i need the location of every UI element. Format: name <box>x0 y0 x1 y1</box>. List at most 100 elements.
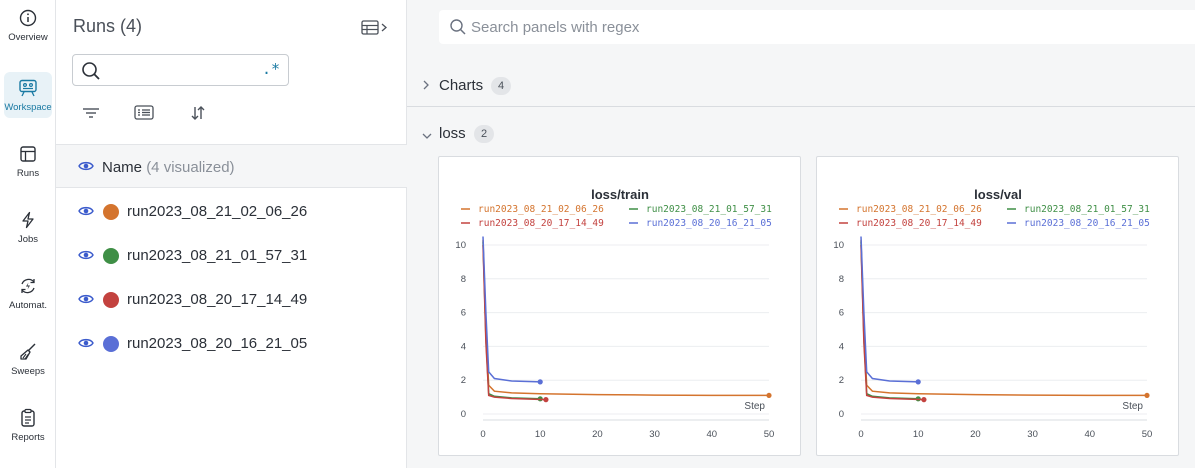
y-tick-label: 8 <box>839 274 844 285</box>
eye-icon <box>78 206 94 216</box>
nav-item-automations[interactable]: Automat. <box>4 270 52 316</box>
table-icon <box>17 143 39 165</box>
visibility-toggle[interactable] <box>78 292 94 311</box>
y-tick-label: 4 <box>839 341 844 352</box>
eye-icon <box>78 338 94 348</box>
section-title: loss <box>439 125 466 142</box>
runs-name-header: Name (4 visualized) <box>56 144 407 188</box>
section-title: Charts <box>439 77 484 94</box>
run-row[interactable]: run2023_08_21_01_57_31 <box>56 234 407 278</box>
series-line <box>482 236 541 383</box>
legend-entry: run2023_08_21_02_06_26 <box>856 204 982 215</box>
name-header-label: Name <box>102 159 143 176</box>
nav-item-jobs[interactable]: Jobs <box>4 204 52 250</box>
nav-label: Automat. <box>8 300 48 311</box>
x-tick-label: 0 <box>480 429 485 440</box>
run-color-dot[interactable] <box>103 292 119 308</box>
y-tick-label: 2 <box>839 375 844 386</box>
x-tick-label: 20 <box>970 429 981 440</box>
sort-icon <box>191 106 205 120</box>
line-chart: loss/train run2023_08_21_02_06_26 run2023_… <box>455 187 774 440</box>
x-tick-label: 30 <box>1027 429 1038 440</box>
nav-item-overview[interactable]: Overview <box>4 2 52 48</box>
nav-item-workspace[interactable]: Workspace <box>4 72 52 118</box>
x-tick-label: 50 <box>1142 429 1153 440</box>
x-tick-label: 20 <box>592 429 603 440</box>
search-icon <box>81 61 101 86</box>
eye-icon <box>78 161 94 171</box>
line-chart: loss/val run2023_08_21_02_06_26 run2023_08… <box>833 187 1153 440</box>
filter-icon <box>83 108 99 118</box>
visibility-toggle[interactable] <box>78 204 94 223</box>
run-row[interactable]: run2023_08_20_16_21_05 <box>56 322 407 366</box>
filter-button[interactable] <box>80 102 102 124</box>
clipboard-icon <box>17 407 39 429</box>
runs-panel: Runs (4) .* Name (4 visualized) run2023_… <box>56 0 407 468</box>
y-tick-label: 4 <box>461 341 466 352</box>
visibility-toggle[interactable] <box>78 248 94 267</box>
y-tick-label: 2 <box>461 375 466 386</box>
chevron-right-icon <box>421 78 431 96</box>
y-tick-label: 6 <box>461 308 466 319</box>
sort-button[interactable] <box>187 102 209 124</box>
y-tick-label: 8 <box>461 274 466 285</box>
chart-panel-loss-val[interactable]: loss/val run2023_08_21_02_06_26 run2023_08… <box>816 156 1179 456</box>
group-button[interactable] <box>133 102 155 124</box>
x-tick-label: 30 <box>649 429 660 440</box>
run-name[interactable]: run2023_08_21_02_06_26 <box>127 203 307 220</box>
section-loss[interactable]: loss 2 <box>407 120 1195 150</box>
nav-item-runs[interactable]: Runs <box>4 138 52 184</box>
nav-item-sweeps[interactable]: Sweeps <box>4 336 52 382</box>
section-count-badge: 4 <box>491 77 511 95</box>
y-tick-label: 6 <box>839 308 844 319</box>
nav-label: Reports <box>11 432 45 443</box>
nav-label: Jobs <box>17 234 39 245</box>
run-name[interactable]: run2023_08_21_01_57_31 <box>127 247 307 264</box>
panel-search-box[interactable] <box>439 10 1195 44</box>
legend-entry: run2023_08_21_02_06_26 <box>478 204 604 215</box>
x-tick-label: 40 <box>707 429 718 440</box>
run-color-dot[interactable] <box>103 336 119 352</box>
x-axis-label: Step <box>1122 401 1143 412</box>
series-end-point <box>921 397 927 403</box>
panel-search-input[interactable] <box>471 16 1071 38</box>
runs-search-input[interactable] <box>109 59 249 81</box>
run-row[interactable]: run2023_08_20_17_14_49 <box>56 278 407 322</box>
visibility-toggle-all[interactable] <box>78 159 94 178</box>
nav-label: Runs <box>16 168 40 179</box>
series-line <box>860 236 919 383</box>
nav-item-reports[interactable]: Reports <box>4 402 52 448</box>
regex-toggle[interactable]: .* <box>262 60 280 78</box>
search-icon <box>449 18 467 41</box>
series-line <box>482 239 769 397</box>
chart-panel-loss-train[interactable]: loss/train run2023_08_21_02_06_26 run2023_… <box>438 156 801 456</box>
eye-icon <box>78 294 94 304</box>
broom-icon <box>17 341 39 363</box>
x-axis-label: Step <box>744 401 765 412</box>
run-row[interactable]: run2023_08_21_02_06_26 <box>56 190 407 234</box>
runs-search-box[interactable]: .* <box>72 54 289 86</box>
runs-title: Runs (4) <box>73 16 143 36</box>
y-tick-label: 0 <box>461 409 466 420</box>
name-column-header[interactable]: Name (4 visualized) <box>102 159 235 176</box>
run-color-dot[interactable] <box>103 248 119 264</box>
x-tick-label: 10 <box>535 429 546 440</box>
chevron-down-icon <box>421 128 433 146</box>
list-icon <box>134 105 154 120</box>
run-name[interactable]: run2023_08_20_17_14_49 <box>127 291 307 308</box>
legend-entry: run2023_08_20_16_21_05 <box>646 218 772 229</box>
run-color-dot[interactable] <box>103 204 119 220</box>
series-end-point <box>915 379 921 385</box>
run-name[interactable]: run2023_08_20_16_21_05 <box>127 335 307 352</box>
y-tick-label: 10 <box>455 240 466 251</box>
nav-label: Workspace <box>4 102 52 113</box>
visibility-toggle[interactable] <box>78 336 94 355</box>
visualized-count: (4 visualized) <box>146 159 235 176</box>
lightning-icon <box>17 209 39 231</box>
section-charts[interactable]: Charts 4 <box>407 72 1195 102</box>
section-divider <box>407 106 1195 107</box>
series-end-point <box>766 392 772 399</box>
expand-table-button[interactable] <box>360 18 390 38</box>
series-line <box>860 239 1147 397</box>
series-end-point <box>1144 392 1150 399</box>
